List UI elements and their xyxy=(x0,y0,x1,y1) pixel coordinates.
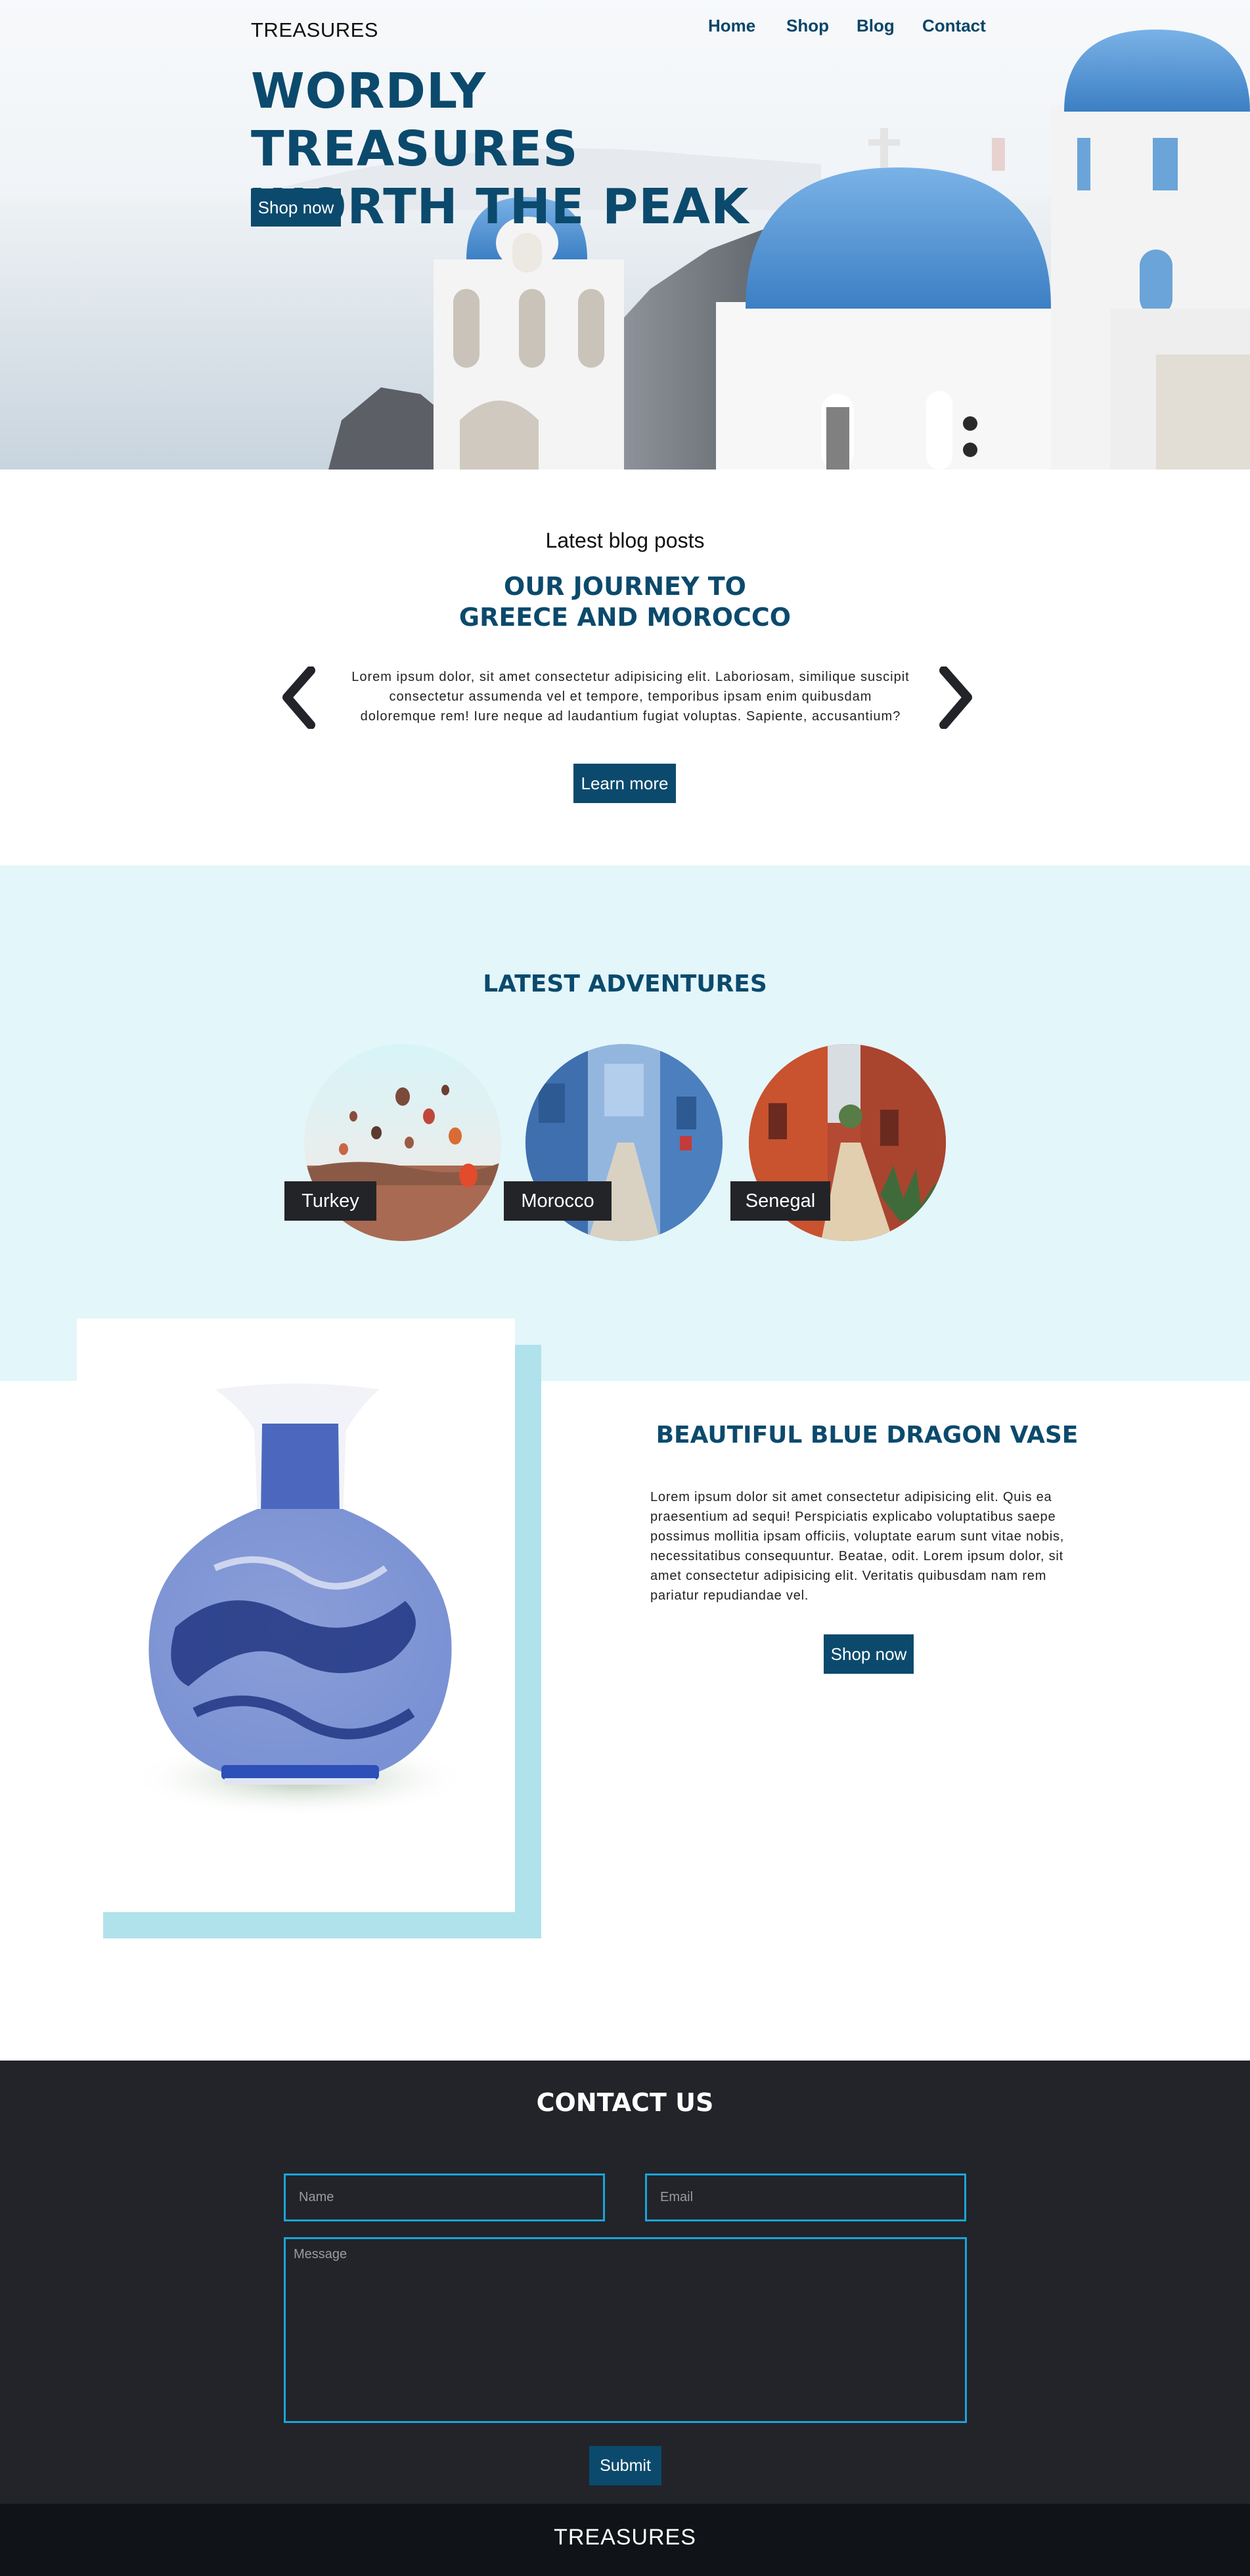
product-shop-now-button[interactable]: Shop now xyxy=(824,1634,914,1674)
adventures-title: LATEST ADVENTURES xyxy=(483,971,767,997)
blog-post-title-line1: OUR JOURNEY TO xyxy=(504,572,746,601)
brand-logo[interactable]: TREASURES xyxy=(251,18,378,42)
adventure-tag-morocco[interactable]: Morocco xyxy=(504,1181,612,1221)
email-field[interactable] xyxy=(645,2173,966,2221)
product-description: Lorem ipsum dolor sit amet consectetur a… xyxy=(650,1490,1065,1603)
message-field[interactable] xyxy=(284,2237,967,2423)
hero-shop-now-button[interactable]: Shop now xyxy=(251,188,341,227)
hero-section: TREASURES Home Shop Blog Contact WORDLY … xyxy=(0,0,1250,469)
product-title: BEAUTIFUL BLUE DRAGON VASE xyxy=(656,1422,1079,1449)
adventure-tag-senegal[interactable]: Senegal xyxy=(730,1181,830,1221)
chevron-right-icon[interactable] xyxy=(936,666,975,730)
blog-post-title: OUR JOURNEY TO GREECE AND MOROCCO xyxy=(0,571,1250,633)
product-vase-image[interactable] xyxy=(77,1319,515,1912)
learn-more-button[interactable]: Learn more xyxy=(573,764,676,803)
nav-home[interactable]: Home xyxy=(708,16,755,36)
nav-contact[interactable]: Contact xyxy=(922,16,986,36)
blog-section-label: Latest blog posts xyxy=(545,529,705,552)
blog-post-title-line2: GREECE AND MOROCCO xyxy=(458,603,792,632)
nav-blog[interactable]: Blog xyxy=(857,16,895,36)
contact-title: CONTACT US xyxy=(536,2088,714,2117)
blog-post-excerpt: Lorem ipsum dolor, sit amet consectetur … xyxy=(351,670,910,724)
nav-shop[interactable]: Shop xyxy=(786,16,829,36)
chevron-left-icon[interactable] xyxy=(279,666,319,730)
footer-brand: TREASURES xyxy=(554,2525,696,2550)
hero-title-line1: WORDLY TREASURES xyxy=(251,63,579,177)
name-field[interactable] xyxy=(284,2173,605,2221)
submit-button[interactable]: Submit xyxy=(589,2446,661,2485)
adventure-tag-turkey[interactable]: Turkey xyxy=(284,1181,376,1221)
